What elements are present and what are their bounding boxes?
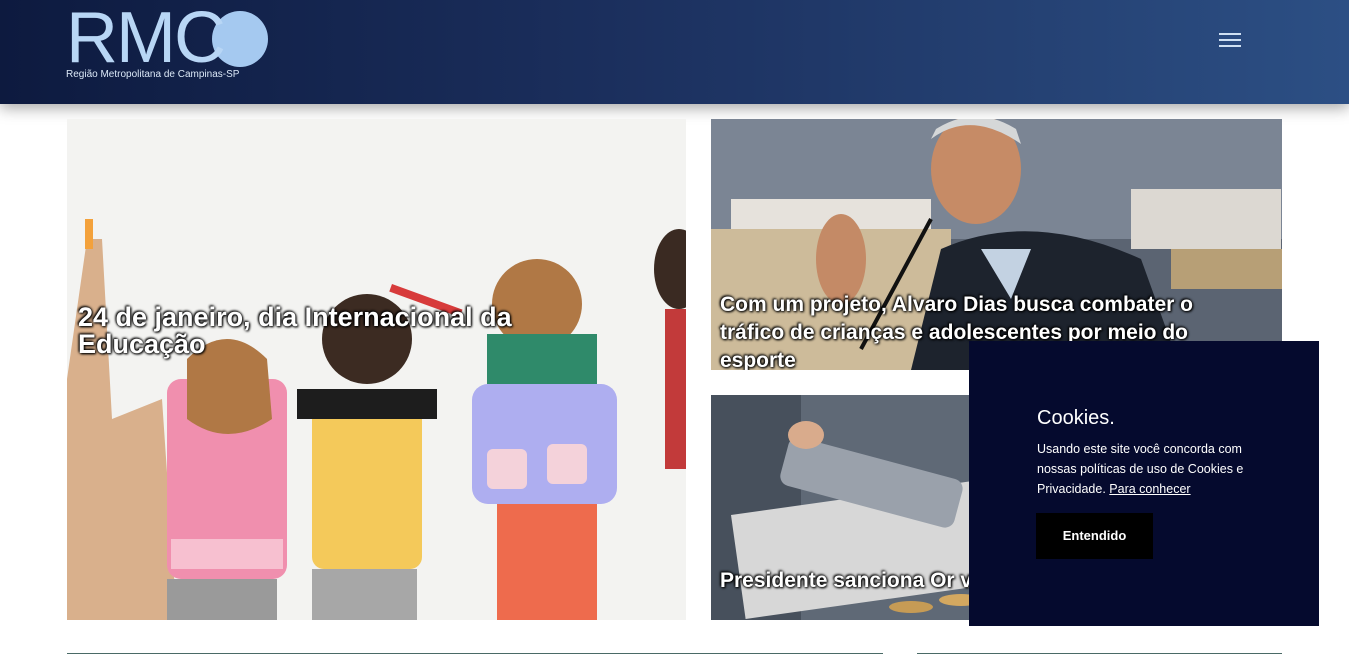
site-header: RMC Região Metropolitana de Campinas-SP [0, 0, 1349, 104]
cookie-message: Usando este site você concorda com nossa… [1037, 439, 1267, 499]
cookie-consent-panel: Cookies. Usando este site você concorda … [969, 341, 1319, 626]
article-card-education[interactable]: 24 de janeiro, dia Internacional da Educ… [67, 119, 686, 620]
site-logo[interactable]: RMC Região Metropolitana de Campinas-SP [66, 2, 268, 86]
article-card-alvaro-dias[interactable]: Com um projeto, Alvaro Dias busca combat… [711, 119, 1282, 370]
cookie-accept-button[interactable]: Entendido [1036, 513, 1153, 559]
article-image-children [67, 119, 686, 620]
cookie-policy-link[interactable]: Para conhecer [1109, 482, 1190, 496]
logo-text: RMC [66, 0, 226, 78]
article-title[interactable]: 24 de janeiro, dia Internacional da Educ… [78, 304, 638, 358]
section-divider-right [917, 653, 1282, 654]
logo-subtitle: Região Metropolitana de Campinas-SP [66, 69, 240, 80]
hamburger-menu-icon[interactable] [1219, 30, 1245, 52]
section-divider-left [67, 653, 883, 654]
cookie-title: Cookies. [1037, 407, 1115, 429]
